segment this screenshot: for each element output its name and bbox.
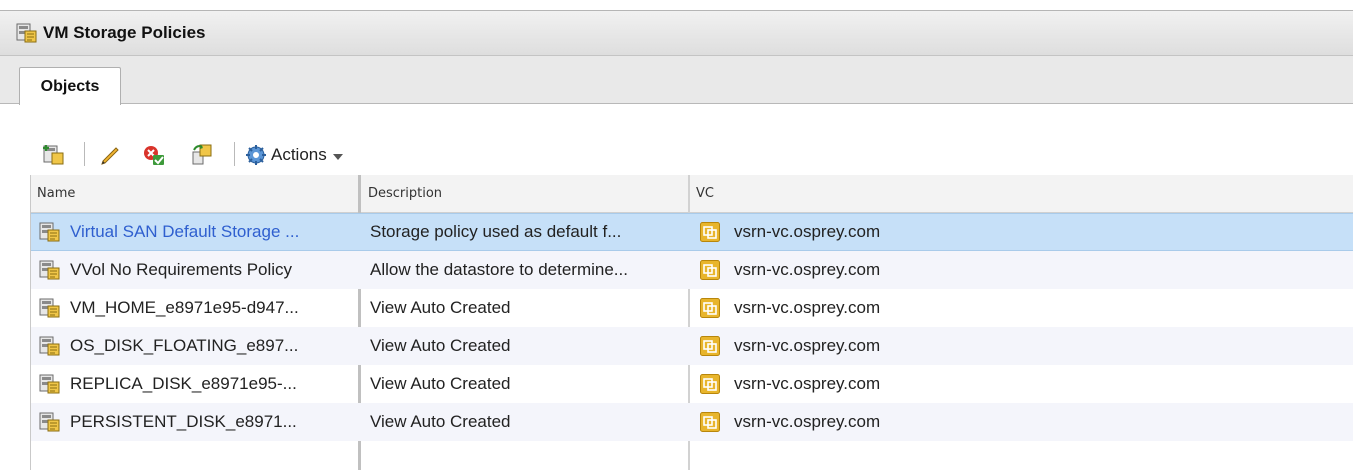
actions-menu-button[interactable]: Actions — [245, 138, 343, 172]
edit-button[interactable] — [96, 138, 124, 172]
create-policy-icon — [43, 145, 64, 165]
gear-icon — [246, 145, 266, 165]
tab-objects[interactable]: Objects — [19, 67, 121, 105]
cell-description: View Auto Created — [370, 289, 686, 327]
vc-name: vsrn-vc.osprey.com — [734, 222, 881, 241]
cell-name: OS_DISK_FLOATING_e897... — [31, 327, 357, 365]
vc-name: vsrn-vc.osprey.com — [734, 336, 881, 355]
policy-name: VM_HOME_e8971e95-d947... — [70, 298, 299, 317]
policy-description: View Auto Created — [370, 336, 511, 355]
storage-policy-icon — [39, 373, 61, 395]
table-row[interactable]: VM_HOME_e8971e95-d947... View Auto Create… — [31, 289, 1353, 327]
table-header: Name Description VC — [31, 175, 1353, 213]
vcenter-icon — [700, 260, 720, 280]
vcenter-icon — [700, 336, 720, 356]
cell-vc: vsrn-vc.osprey.com — [691, 365, 1351, 403]
cell-name: Virtual SAN Default Storage ... — [31, 214, 357, 250]
column-header-description[interactable]: Description — [362, 175, 688, 212]
vcenter-icon — [700, 412, 720, 432]
cell-vc: vsrn-vc.osprey.com — [691, 251, 1351, 289]
table-row[interactable]: PERSISTENT_DISK_e8971... View Auto Create… — [31, 403, 1353, 441]
actions-label: Actions — [271, 145, 327, 164]
cell-name: VM_HOME_e8971e95-d947... — [31, 289, 357, 327]
vc-name: vsrn-vc.osprey.com — [734, 412, 881, 431]
policy-name: Virtual SAN Default Storage ... — [70, 222, 300, 241]
cell-vc: vsrn-vc.osprey.com — [691, 289, 1351, 327]
vc-name: vsrn-vc.osprey.com — [734, 298, 881, 317]
tab-strip: Objects — [0, 56, 1353, 105]
panel-header: VM Storage Policies — [0, 10, 1353, 56]
vc-name: vsrn-vc.osprey.com — [734, 374, 881, 393]
storage-policy-icon — [39, 297, 61, 319]
table-row[interactable]: OS_DISK_FLOATING_e897... View Auto Create… — [31, 327, 1353, 365]
cell-description: View Auto Created — [370, 403, 686, 441]
storage-policy-icon — [39, 335, 61, 357]
cell-name: VVol No Requirements Policy — [31, 251, 357, 289]
toolbar: Actions — [0, 138, 500, 172]
policy-name: REPLICA_DISK_e8971e95-... — [70, 374, 297, 393]
storage-policy-icon — [39, 221, 61, 243]
storage-policy-icon — [39, 411, 61, 433]
column-header-vc[interactable]: VC — [690, 175, 1353, 212]
reapply-policy-icon — [192, 144, 212, 165]
edit-pencil-icon — [101, 147, 119, 165]
policy-name: OS_DISK_FLOATING_e897... — [70, 336, 299, 355]
cell-description: Allow the datastore to determine... — [370, 251, 686, 289]
check-compliance-button[interactable] — [140, 138, 168, 172]
cell-vc: vsrn-vc.osprey.com — [691, 403, 1351, 441]
policy-name: VVol No Requirements Policy — [70, 260, 293, 279]
reapply-policy-button[interactable] — [188, 138, 216, 172]
cell-description: Storage policy used as default f... — [370, 214, 686, 250]
policy-description: Allow the datastore to determine... — [370, 260, 628, 279]
vc-name: vsrn-vc.osprey.com — [734, 260, 881, 279]
cell-vc: vsrn-vc.osprey.com — [691, 327, 1351, 365]
table-row[interactable]: VVol No Requirements Policy Allow the dat… — [31, 251, 1353, 289]
policy-description: View Auto Created — [370, 374, 511, 393]
table-row[interactable]: REPLICA_DISK_e8971e95-... View Auto Creat… — [31, 365, 1353, 403]
check-compliance-icon — [144, 146, 164, 165]
column-header-name[interactable]: Name — [31, 175, 358, 212]
chevron-down-icon — [332, 153, 343, 160]
policies-table: Name Description VC Virtual SAN Default … — [30, 175, 1353, 470]
policy-description: Storage policy used as default f... — [370, 222, 622, 241]
storage-policy-icon — [16, 22, 38, 44]
cell-description: View Auto Created — [370, 365, 686, 403]
policy-description: View Auto Created — [370, 298, 511, 317]
vcenter-icon — [700, 298, 720, 318]
policy-description: View Auto Created — [370, 412, 511, 431]
policy-name: PERSISTENT_DISK_e8971... — [70, 412, 297, 431]
cell-description: View Auto Created — [370, 327, 686, 365]
cell-name: PERSISTENT_DISK_e8971... — [31, 403, 357, 441]
vcenter-icon — [700, 222, 720, 242]
panel-title: VM Storage Policies — [43, 23, 206, 42]
cell-vc: vsrn-vc.osprey.com — [691, 214, 1351, 250]
create-policy-button[interactable] — [40, 138, 68, 172]
storage-policy-icon — [39, 259, 61, 281]
table-row[interactable]: Virtual SAN Default Storage ... Storage p… — [31, 213, 1353, 251]
vcenter-icon — [700, 374, 720, 394]
cell-name: REPLICA_DISK_e8971e95-... — [31, 365, 357, 403]
